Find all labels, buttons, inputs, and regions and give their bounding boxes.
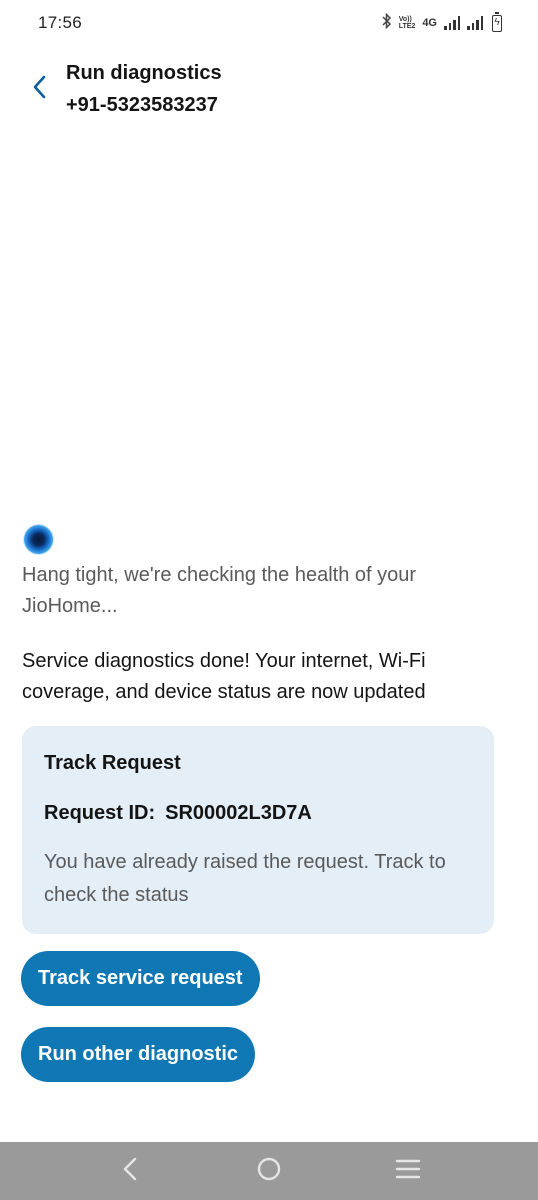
track-request-card: Track Request Request ID: SR00002L3D7A Yo… [22,726,494,934]
request-id-label: Request ID: [44,802,156,824]
system-nav-bar [0,1142,538,1200]
volte-top-text: Vo)) [398,16,412,23]
nav-home-button[interactable] [244,1146,294,1196]
nav-menu-button[interactable] [383,1146,433,1196]
diagnostics-done-message: Service diagnostics done! Your internet,… [22,650,426,703]
request-id-value: SR00002L3D7A [165,802,312,824]
signal-icon-sim2 [467,16,483,30]
status-bar: 17:56 Vo)) LTE2 4G ϟ [0,0,538,46]
request-id-row: Request ID: SR00002L3D7A [44,800,472,826]
nav-back-button[interactable] [105,1146,155,1196]
chevron-left-icon [31,74,47,105]
volte-bottom-text: LTE2 [398,23,416,30]
bluetooth-icon [382,12,392,33]
battery-icon: ϟ [492,11,502,32]
status-time: 17:56 [38,13,83,32]
status-icons: Vo)) LTE2 4G ϟ [382,11,502,33]
network-type: 4G [422,17,437,29]
bot-avatar-icon [24,525,53,554]
nav-home-icon [256,1156,282,1187]
app-header: Run diagnostics +91-5323583237 [0,56,538,126]
volte-indicator: Vo)) LTE2 [399,16,416,30]
phone-number: +91-5323583237 [66,94,218,116]
back-button[interactable] [22,72,56,106]
track-service-request-button[interactable]: Track service request [21,951,260,1006]
nav-back-icon [120,1157,140,1186]
screen: 17:56 Vo)) LTE2 4G ϟ Run diagnostics +91… [0,0,538,1200]
loading-message: Hang tight, we're checking the health of… [22,564,417,617]
signal-icon [444,16,460,30]
card-description: You have already raised the request. Tra… [44,851,446,906]
card-title: Track Request [44,752,181,774]
page-title: Run diagnostics [66,62,222,84]
run-other-diagnostic-button[interactable]: Run other diagnostic [21,1027,255,1082]
nav-menu-icon [395,1158,421,1185]
